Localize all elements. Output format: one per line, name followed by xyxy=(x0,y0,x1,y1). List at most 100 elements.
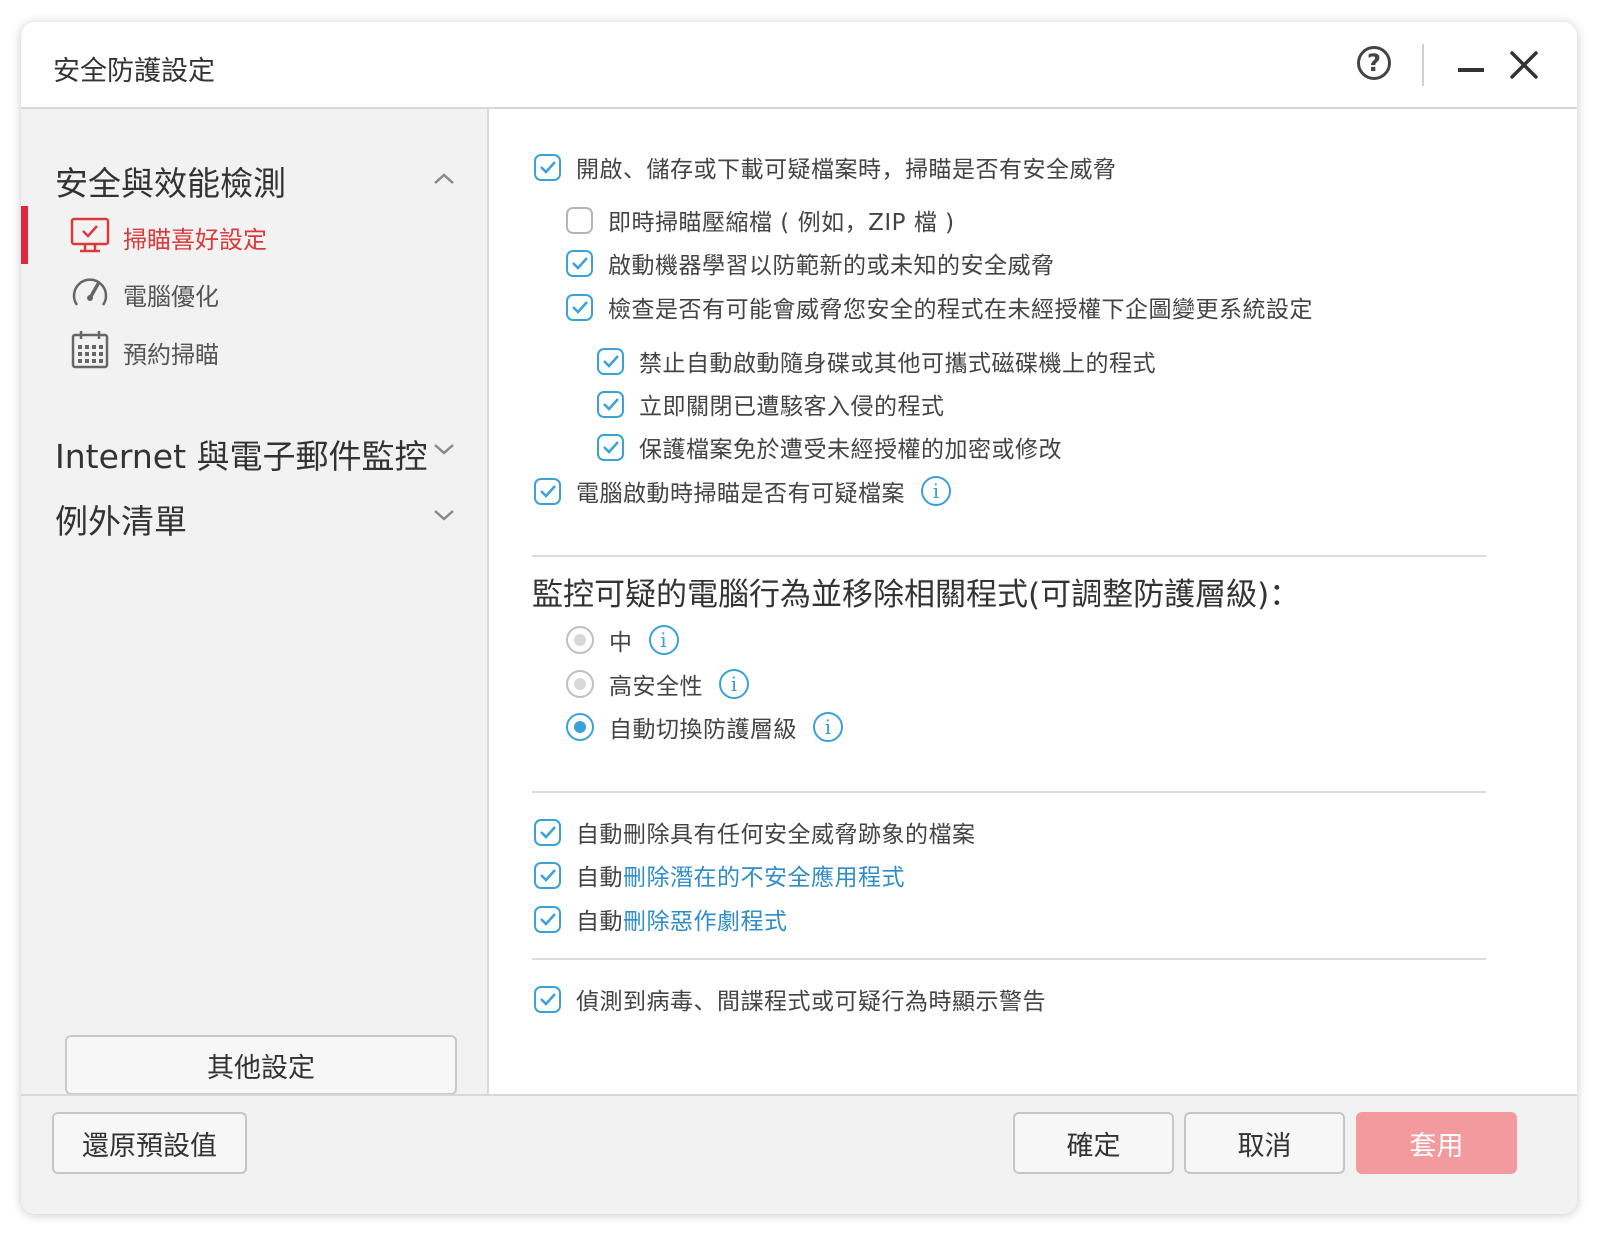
info-icon[interactable]: i xyxy=(648,625,679,655)
speedometer-icon xyxy=(72,278,108,306)
option-label: 自動刪除具有任何安全威脅跡象的檔案 xyxy=(576,815,976,849)
checkbox[interactable] xyxy=(597,390,624,418)
sidebar-section-internet-email[interactable]: Internet 與電子郵件監控 xyxy=(55,430,428,478)
option-auto-delete-jokes[interactable]: 自動刪除惡作劇程式 xyxy=(534,902,788,936)
option-block-autorun[interactable]: 禁止自動啟動隨身碟或其他可攜式磁碟機上的程式 xyxy=(597,344,1156,378)
checkmark-icon xyxy=(539,161,556,174)
apply-button[interactable]: 套用 xyxy=(1356,1112,1517,1174)
checkmark-icon xyxy=(539,826,556,839)
checkmark-icon xyxy=(539,869,556,882)
info-icon[interactable]: i xyxy=(921,476,951,506)
option-auto-delete-pua[interactable]: 自動刪除潛在的不安全應用程式 xyxy=(534,858,905,892)
info-icon[interactable]: i xyxy=(719,669,749,699)
option-machine-learning[interactable]: 啟動機器學習以防範新的或未知的安全威脅 xyxy=(566,246,1055,280)
sidebar-section-exceptions[interactable]: 例外清單 xyxy=(55,495,187,543)
checkbox[interactable] xyxy=(534,153,561,181)
footer-bar: 還原預設值 確定 取消 套用 xyxy=(21,1094,1577,1214)
option-scan-compressed-files[interactable]: 即時掃瞄壓縮檔 ( 例如，ZIP 檔 ) xyxy=(566,203,955,237)
checkmark-icon xyxy=(571,301,588,314)
radio-button[interactable] xyxy=(566,626,594,654)
checkbox[interactable] xyxy=(534,477,561,505)
section-divider xyxy=(532,555,1486,557)
checkbox[interactable] xyxy=(534,905,561,933)
option-label-text: 自動刪除具有任何安全威脅跡象的檔案 xyxy=(576,822,976,848)
option-startup-scan[interactable]: 電腦啟動時掃瞄是否有可疑檔案 i xyxy=(534,474,951,508)
checkbox[interactable] xyxy=(534,818,561,846)
checkmark-icon xyxy=(571,257,588,270)
window-title: 安全防護設定 xyxy=(53,56,215,87)
radio-option-auto-switch[interactable]: 自動切換防護層級 i xyxy=(566,710,843,744)
option-label: 立即關閉已遭駭客入侵的程式 xyxy=(639,394,945,420)
chevron-up-icon[interactable] xyxy=(431,171,457,187)
option-label-text: 自動 xyxy=(576,865,623,891)
active-indicator xyxy=(21,206,28,264)
radio-option-high-security[interactable]: 高安全性 i xyxy=(566,667,749,701)
option-protect-files[interactable]: 保護檔案免於遭受未經授權的加密或修改 xyxy=(597,430,1062,464)
checkbox[interactable] xyxy=(566,293,593,321)
radio-option-medium[interactable]: 中 i xyxy=(566,623,679,657)
option-show-warning[interactable]: 偵測到病毒、間諜程式或可疑行為時顯示警告 xyxy=(534,982,1046,1016)
radio-dot xyxy=(574,678,586,690)
radio-label: 高安全性 xyxy=(609,674,703,700)
monitor-heading: 監控可疑的電腦行為並移除相關程式(可調整防護層級)： xyxy=(532,577,1301,613)
radio-button[interactable] xyxy=(566,713,594,741)
sidebar-section-security[interactable]: 安全與效能檢測 xyxy=(55,157,286,205)
minimize-icon xyxy=(1458,68,1484,72)
checkmark-icon xyxy=(539,913,556,926)
option-label: 電腦啟動時掃瞄是否有可疑檔案 xyxy=(576,481,905,507)
radio-label: 自動切換防護層級 xyxy=(609,717,797,743)
checkmark-icon xyxy=(539,993,556,1006)
option-label: 檢查是否有可能會威脅您安全的程式在未經授權下企圖變更系統設定 xyxy=(608,297,1313,323)
checkmark-icon xyxy=(602,441,619,454)
settings-content: 開啟、儲存或下載可疑檔案時，掃瞄是否有安全威脅 即時掃瞄壓縮檔 ( 例如，ZIP… xyxy=(489,109,1577,1094)
sidebar-item-label: 掃瞄喜好設定 xyxy=(123,226,267,254)
joke-programs-link[interactable]: 刪除惡作劇程式 xyxy=(623,909,788,935)
help-button[interactable]: ? xyxy=(1357,46,1391,80)
sidebar-item-label: 電腦優化 xyxy=(123,283,219,311)
option-close-hacked-programs[interactable]: 立即關閉已遭駭客入侵的程式 xyxy=(597,387,945,421)
checkbox[interactable] xyxy=(534,861,561,889)
chevron-down-icon[interactable] xyxy=(431,441,457,457)
ok-button[interactable]: 確定 xyxy=(1013,1112,1174,1174)
checkmark-icon xyxy=(539,485,556,498)
close-button[interactable] xyxy=(1507,48,1541,82)
section-divider xyxy=(532,958,1486,960)
other-settings-button[interactable]: 其他設定 xyxy=(65,1035,457,1095)
info-icon[interactable]: i xyxy=(813,712,843,742)
option-label: 即時掃瞄壓縮檔 ( 例如，ZIP 檔 ) xyxy=(608,210,955,236)
option-label: 偵測到病毒、間諜程式或可疑行為時顯示警告 xyxy=(576,989,1046,1015)
option-label-text: 自動 xyxy=(576,909,623,935)
option-label: 自動刪除惡作劇程式 xyxy=(576,902,788,936)
option-label: 自動刪除潛在的不安全應用程式 xyxy=(576,858,905,892)
checkmark-icon xyxy=(602,398,619,411)
title-bar: 安全防護設定 ? xyxy=(21,22,1577,109)
radio-button[interactable] xyxy=(566,670,594,698)
pua-link[interactable]: 刪除潛在的不安全應用程式 xyxy=(623,865,905,891)
close-icon xyxy=(1510,51,1538,79)
radio-dot xyxy=(574,634,586,646)
option-check-system-changes[interactable]: 檢查是否有可能會威脅您安全的程式在未經授權下企圖變更系統設定 xyxy=(566,290,1313,324)
title-separator xyxy=(1422,44,1424,86)
monitor-check-icon xyxy=(70,217,110,253)
chevron-down-icon[interactable] xyxy=(431,507,457,523)
checkbox[interactable] xyxy=(597,347,624,375)
option-label: 禁止自動啟動隨身碟或其他可攜式磁碟機上的程式 xyxy=(639,351,1156,377)
option-label: 啟動機器學習以防範新的或未知的安全威脅 xyxy=(608,253,1055,279)
question-mark-icon: ? xyxy=(1367,49,1381,77)
checkbox[interactable] xyxy=(566,206,593,234)
sidebar-item-label: 預約掃瞄 xyxy=(123,341,219,369)
restore-defaults-button[interactable]: 還原預設值 xyxy=(52,1112,247,1174)
checkbox[interactable] xyxy=(597,433,624,461)
calendar-icon xyxy=(71,331,109,369)
checkbox[interactable] xyxy=(566,249,593,277)
cancel-button[interactable]: 取消 xyxy=(1184,1112,1345,1174)
sidebar: 安全與效能檢測 掃瞄喜好設定 電腦優化 預約掃瞄 Internet 與電子郵件監… xyxy=(21,109,489,1095)
option-auto-delete-threats[interactable]: 自動刪除具有任何安全威脅跡象的檔案 xyxy=(534,815,976,849)
checkbox[interactable] xyxy=(534,985,561,1013)
settings-window: 安全防護設定 ? 安全與效能檢測 掃瞄喜好設定 電腦優化 預約掃瞄 Intern… xyxy=(21,22,1577,1214)
option-scan-suspicious-files[interactable]: 開啟、儲存或下載可疑檔案時，掃瞄是否有安全威脅 xyxy=(534,150,1117,184)
checkmark-icon xyxy=(602,355,619,368)
option-label: 開啟、儲存或下載可疑檔案時，掃瞄是否有安全威脅 xyxy=(576,157,1117,183)
radio-label: 中 xyxy=(609,630,633,656)
minimize-button[interactable] xyxy=(1456,62,1486,78)
